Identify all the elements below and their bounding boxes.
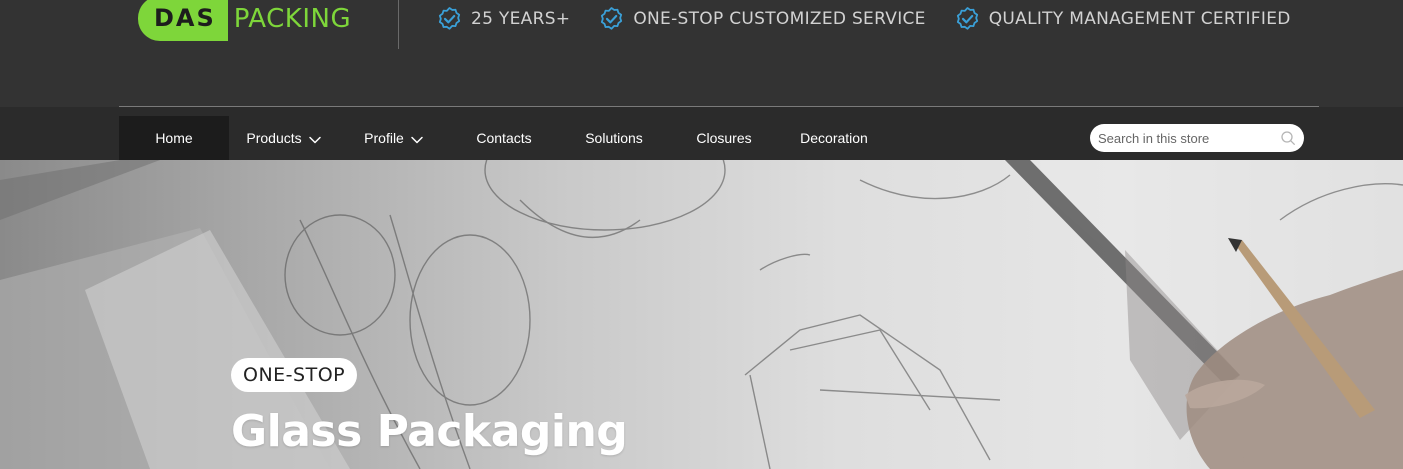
nav-item-contacts[interactable]: Contacts xyxy=(449,116,559,160)
logo-primary: DAS xyxy=(138,0,228,41)
nav-item-profile[interactable]: Profile xyxy=(339,116,449,160)
feature-item: 25 YEARS+ xyxy=(436,6,570,33)
chevron-down-icon xyxy=(411,136,423,143)
nav-item-closures[interactable]: Closures xyxy=(669,116,779,160)
main-navigation: Home Products Profile Contacts Solutions… xyxy=(0,107,1403,160)
nav-item-products[interactable]: Products xyxy=(229,116,339,160)
store-search xyxy=(1090,124,1304,152)
sketch-illustration xyxy=(0,160,1403,469)
nav-item-label: Closures xyxy=(696,130,752,146)
nav-item-label: Solutions xyxy=(585,130,643,146)
nav-item-label: Decoration xyxy=(800,130,868,146)
nav-menu: Home Products Profile Contacts Solutions… xyxy=(119,116,889,160)
nav-item-label: Home xyxy=(155,130,193,146)
nav-item-solutions[interactable]: Solutions xyxy=(559,116,669,160)
feature-label: QUALITY MANAGEMENT CERTIFIED xyxy=(988,9,1291,29)
nav-item-label: Profile xyxy=(364,130,404,146)
search-icon[interactable] xyxy=(1280,130,1296,146)
hero-title: Glass Packaging xyxy=(231,406,628,457)
hero-badge: ONE-STOP xyxy=(231,358,358,392)
feature-label: 25 YEARS+ xyxy=(471,9,571,29)
verified-badge-icon xyxy=(438,6,461,30)
feature-item: ONE-STOP CUSTOMIZED SERVICE xyxy=(598,6,925,33)
feature-list: 25 YEARS+ ONE-STOP CUSTOMIZED SERVICE QU… xyxy=(436,5,1319,33)
logo-secondary: PACKING xyxy=(233,3,352,34)
header-divider xyxy=(398,0,399,49)
feature-item: QUALITY MANAGEMENT CERTIFIED xyxy=(954,6,1291,33)
chevron-down-icon xyxy=(308,136,321,143)
nav-item-label: Contacts xyxy=(476,130,532,146)
brand-logo[interactable]: DAS PACKING xyxy=(138,0,351,41)
search-input[interactable] xyxy=(1098,130,1274,146)
verified-badge-icon xyxy=(601,6,623,30)
top-header: DAS PACKING 25 YEARS+ ONE-STOP CUSTOMIZE… xyxy=(0,0,1403,107)
feature-label: ONE-STOP CUSTOMIZED SERVICE xyxy=(633,9,926,29)
hero-banner: ONE-STOP Glass Packaging xyxy=(0,160,1403,469)
nav-item-decoration[interactable]: Decoration xyxy=(779,116,889,160)
nav-item-home[interactable]: Home xyxy=(119,116,229,160)
nav-item-label: Products xyxy=(246,130,302,146)
verified-badge-icon xyxy=(956,6,978,30)
